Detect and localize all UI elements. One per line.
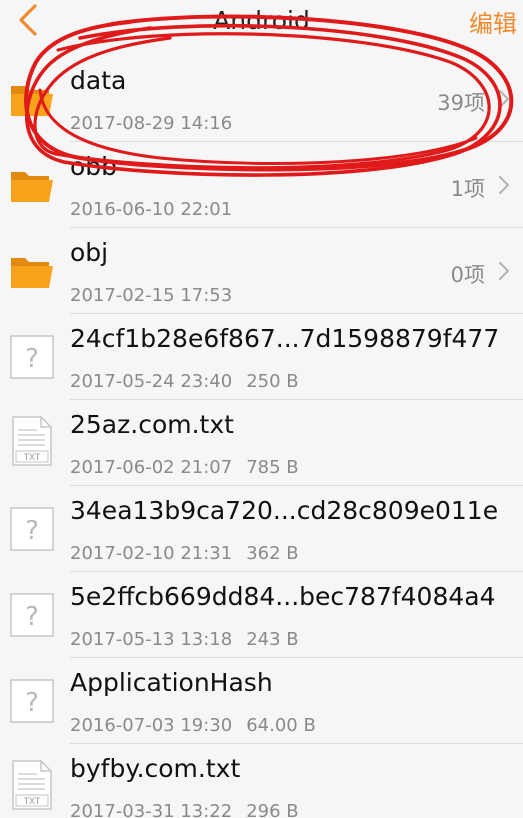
unknown-glyph: ? bbox=[25, 602, 39, 632]
file-row[interactable]: ? ApplicationHash 2016-07-03 19:30 64.00 B bbox=[0, 658, 523, 744]
file-meta: 2017-08-29 14:16 bbox=[70, 113, 232, 134]
file-meta: 2017-02-15 17:53 bbox=[70, 285, 232, 306]
file-date: 2017-02-10 21:31 bbox=[70, 543, 233, 564]
file-meta: 2017-06-02 21:07 785 B bbox=[70, 457, 299, 478]
file-date: 2016-06-10 22:01 bbox=[70, 199, 233, 220]
file-size: 785 B bbox=[246, 457, 299, 478]
chevron-right-icon bbox=[498, 89, 510, 109]
page-title: Android bbox=[213, 6, 310, 35]
folder-icon bbox=[11, 172, 53, 202]
file-row[interactable]: TXT 25az.com.txt 2017-06-02 21:07 785 B bbox=[0, 400, 523, 486]
title-bar: Android 编辑 bbox=[0, 0, 523, 52]
txt-file-icon: TXT bbox=[12, 416, 52, 466]
file-size: 296 B bbox=[246, 801, 299, 818]
file-date: 2017-05-24 23:40 bbox=[70, 371, 233, 392]
file-meta: 2017-02-10 21:31 362 B bbox=[70, 543, 299, 564]
file-name: obb bbox=[70, 152, 118, 181]
unknown-glyph: ? bbox=[25, 516, 39, 546]
chevron-right-icon bbox=[498, 175, 510, 195]
file-meta: 2017-05-24 23:40 250 B bbox=[70, 371, 299, 392]
file-size: 64.00 B bbox=[246, 715, 316, 736]
item-count: 0项 bbox=[450, 263, 485, 287]
file-date: 2017-05-13 13:18 bbox=[70, 629, 233, 650]
file-name: data bbox=[70, 66, 127, 95]
folder-row-data[interactable]: data 2017-08-29 14:16 39项 bbox=[0, 56, 523, 142]
file-meta: 2016-07-03 19:30 64.00 B bbox=[70, 715, 316, 736]
unknown-file-icon: ? bbox=[10, 593, 54, 637]
file-date: 2017-08-29 14:16 bbox=[70, 113, 233, 134]
txt-label: TXT bbox=[23, 797, 41, 807]
file-size: 362 B bbox=[246, 543, 299, 564]
file-name: obj bbox=[70, 238, 109, 267]
file-meta: 2016-06-10 22:01 bbox=[70, 199, 232, 220]
file-manager-screen: Android 编辑 data 2017-08-29 14:16 39项 obb 201… bbox=[0, 0, 523, 818]
unknown-file-icon: ? bbox=[10, 507, 54, 551]
file-row[interactable]: TXT byfby.com.txt 2017-03-31 13:22 296 B bbox=[0, 744, 523, 818]
unknown-file-icon: ? bbox=[10, 335, 54, 379]
file-date: 2017-02-15 17:53 bbox=[70, 285, 233, 306]
unknown-glyph: ? bbox=[25, 344, 39, 374]
file-name: ApplicationHash bbox=[70, 668, 273, 697]
item-count: 1项 bbox=[450, 177, 485, 201]
folder-row-obj[interactable]: obj 2017-02-15 17:53 0项 bbox=[0, 228, 523, 314]
chevron-right-icon bbox=[498, 261, 510, 281]
txt-file-icon: TXT bbox=[12, 760, 52, 810]
folder-row-obb[interactable]: obb 2016-06-10 22:01 1项 bbox=[0, 142, 523, 228]
file-meta: 2017-03-31 13:22 296 B bbox=[70, 801, 299, 818]
file-list: data 2017-08-29 14:16 39项 obb 2016-06-10 22:… bbox=[0, 56, 523, 818]
unknown-file-icon: ? bbox=[10, 679, 54, 723]
file-row[interactable]: ? 34ea13b9ca720...cd28c809e011e 2017-02-10… bbox=[0, 486, 523, 572]
unknown-glyph: ? bbox=[25, 688, 39, 718]
folder-icon bbox=[11, 86, 53, 116]
file-size: 243 B bbox=[246, 629, 299, 650]
file-date: 2017-06-02 21:07 bbox=[70, 457, 233, 478]
txt-label: TXT bbox=[23, 453, 41, 463]
edit-button[interactable]: 编辑 bbox=[469, 4, 517, 39]
item-count: 39项 bbox=[437, 91, 485, 115]
file-row[interactable]: ? 5e2ffcb669dd84...bec787f4084a4 2017-05-1… bbox=[0, 572, 523, 658]
file-name: 34ea13b9ca720...cd28c809e011e bbox=[70, 496, 499, 525]
file-date: 2017-03-31 13:22 bbox=[70, 801, 233, 818]
file-name: 24cf1b28e6f867...7d1598879f477 bbox=[70, 324, 500, 353]
file-row[interactable]: ? 24cf1b28e6f867...7d1598879f477 2017-05-2… bbox=[0, 314, 523, 400]
file-size: 250 B bbox=[246, 371, 299, 392]
file-name: 25az.com.txt bbox=[70, 410, 234, 439]
file-name: 5e2ffcb669dd84...bec787f4084a4 bbox=[70, 582, 496, 611]
file-meta: 2017-05-13 13:18 243 B bbox=[70, 629, 299, 650]
folder-icon bbox=[11, 258, 53, 288]
file-date: 2016-07-03 19:30 bbox=[70, 715, 233, 736]
file-name: byfby.com.txt bbox=[70, 754, 241, 783]
